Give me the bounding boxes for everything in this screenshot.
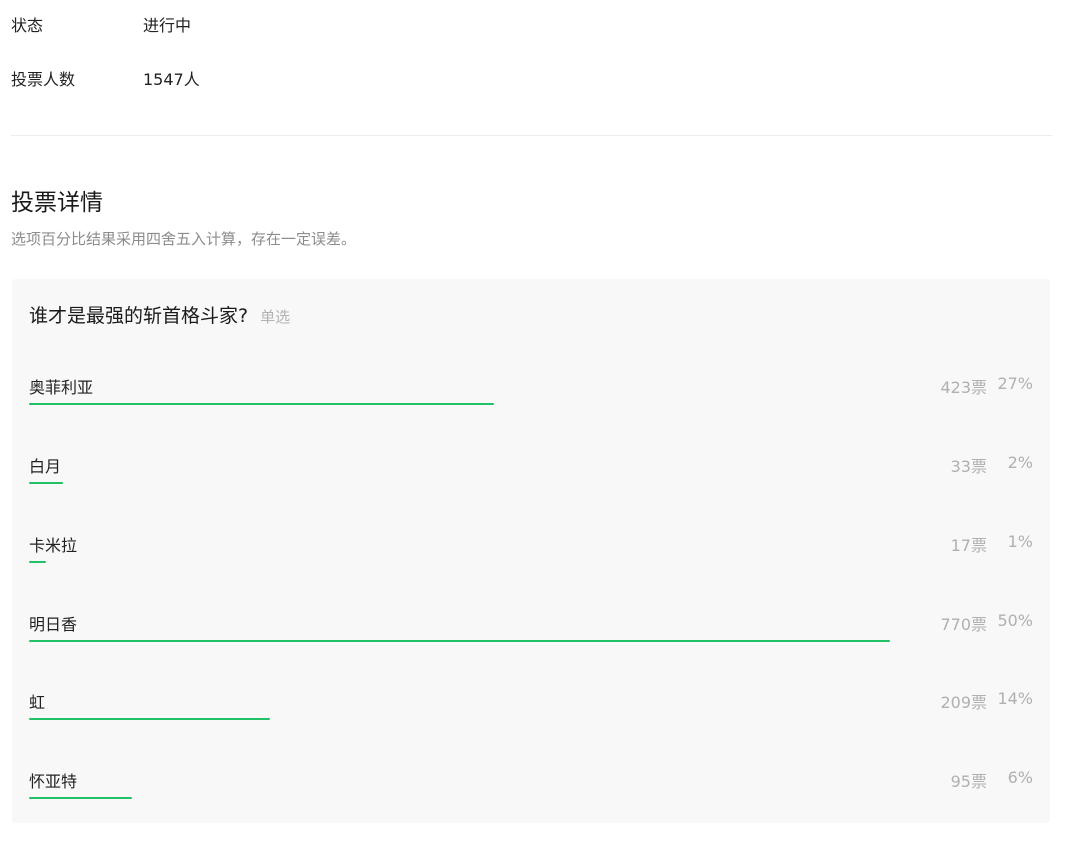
option-progress-bar (29, 718, 270, 720)
option-percent: 1% (1007, 532, 1033, 551)
status-value: 进行中 (143, 16, 192, 35)
poll-question: 谁才是最强的斩首格斗家? 单选 (29, 301, 290, 328)
option-votes: 95票 (950, 772, 987, 791)
voters-label: 投票人数 (11, 70, 76, 89)
option-label: 白月 (29, 457, 62, 476)
option-votes: 33票 (950, 457, 987, 476)
option-progress-bar (29, 640, 890, 642)
poll-option[interactable]: 白月 33票 2% (29, 453, 1033, 513)
divider (11, 135, 1052, 136)
question-type-badge: 单选 (260, 308, 291, 326)
details-title: 投票详情 (11, 190, 103, 216)
poll-option[interactable]: 卡米拉 17票 1% (29, 532, 1033, 592)
option-progress-bar (29, 403, 494, 405)
poll-option[interactable]: 奥菲利亚 423票 27% (29, 374, 1033, 434)
details-note: 选项百分比结果采用四舍五入计算，存在一定误差。 (11, 230, 357, 248)
poll-card: 谁才是最强的斩首格斗家? 单选 奥菲利亚 423票 27% 白月 33票 2% 卡… (12, 279, 1050, 823)
option-votes: 17票 (950, 536, 987, 555)
option-label: 明日香 (29, 615, 78, 634)
option-progress-bar (29, 561, 46, 563)
option-percent: 27% (997, 374, 1033, 393)
poll-option[interactable]: 虹 209票 14% (29, 689, 1033, 749)
option-percent: 6% (1007, 768, 1033, 787)
option-votes: 209票 (940, 693, 987, 712)
status-label: 状态 (11, 16, 44, 35)
option-percent: 2% (1007, 453, 1033, 472)
option-label: 奥菲利亚 (29, 378, 94, 397)
option-label: 虹 (29, 693, 46, 712)
poll-option[interactable]: 怀亚特 95票 6% (29, 768, 1033, 828)
option-percent: 50% (997, 611, 1033, 630)
option-percent: 14% (997, 689, 1033, 708)
option-progress-bar (29, 797, 132, 799)
question-text: 谁才是最强的斩首格斗家? (29, 305, 249, 327)
option-label: 卡米拉 (29, 536, 78, 555)
voters-value: 1547人 (143, 70, 200, 89)
option-label: 怀亚特 (29, 772, 78, 791)
option-votes: 423票 (940, 378, 987, 397)
option-progress-bar (29, 482, 63, 484)
poll-option[interactable]: 明日香 770票 50% (29, 611, 1033, 671)
option-votes: 770票 (940, 615, 987, 634)
